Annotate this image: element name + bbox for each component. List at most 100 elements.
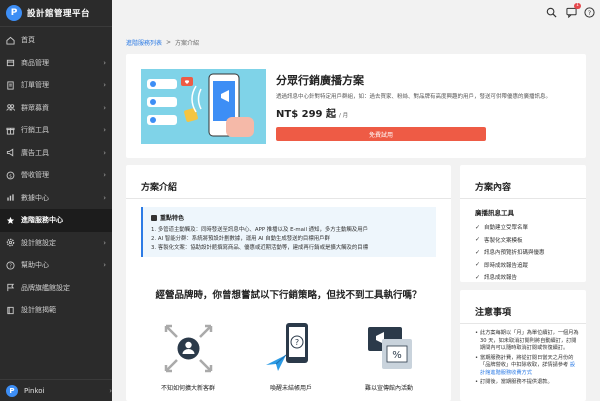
sidebar-item-label: 行銷工具 [21, 126, 49, 135]
chevron-right-icon: › [103, 261, 106, 270]
note-item: 訂閱後，當期服務不提供退款。 [475, 379, 579, 387]
scenario-wake-users: ? 喚醒未結帳用戶 [256, 321, 326, 401]
intro-heading: 方案介紹 [141, 183, 178, 193]
feature-title: 重點特色 [151, 213, 428, 222]
search-icon[interactable] [545, 6, 557, 18]
sidebar-item[interactable]: 行銷工具 › [0, 119, 112, 142]
sidebar-item-label: 商品管理 [21, 58, 49, 67]
chevron-right-icon: › [103, 103, 106, 112]
sidebar-item-label: 首頁 [21, 36, 35, 45]
feature-line: 1. 多管道主動觸及：同時發送至訊息中心、APP 推播以及 E-mail 通知，… [151, 227, 368, 233]
chevron-right-icon: › [103, 126, 106, 135]
sidebar-item[interactable]: $ 營收管理 › [0, 164, 112, 187]
scenario-label: 不知如何擴大新客群 [160, 385, 215, 392]
feature-title-text: 重點特色 [160, 215, 185, 222]
plan-hero-card: 分眾行銷廣播方案 透過訊息中心針對特定用戶群組，如：過去買家、粉絲、對品牌有高度… [126, 54, 586, 158]
user-menu[interactable]: P Pinkoi › [0, 379, 112, 401]
breadcrumb-parent-link[interactable]: 進階服務列表 [126, 38, 162, 47]
check-icon: ✓ [475, 248, 481, 256]
notes-heading: 注意事項 [475, 308, 512, 318]
divider [460, 198, 586, 199]
sidebar-item[interactable]: 廣告工具 › [0, 142, 112, 165]
sidebar-item[interactable]: 品牌旗艦館設定 [0, 277, 112, 300]
chevron-right-icon: › [103, 148, 106, 157]
star-icon [6, 216, 15, 225]
contents-list: ✓ 自動建立受眾名單 ✓ 客製化文案模板 ✓ 訊息內預覽折扣碼與優惠 ✓ 即時成效報告追… [475, 221, 545, 284]
price-amount: NT$ 299 起 [276, 109, 336, 120]
divider [460, 323, 586, 324]
breadcrumb: 進階服務列表 > 方案介紹 [126, 38, 199, 47]
sidebar-item-label: 設計館揭範 [21, 306, 56, 315]
help-icon[interactable]: ? [583, 6, 595, 18]
sidebar-item-label: 數據中心 [21, 193, 49, 202]
note-item: 當期服務計費，將從訂閱日當天之月份的「品牌營收」中扣除收取，詳情請參考 設計館進… [475, 355, 579, 378]
list-item: ✓ 即時成效報告追蹤 [475, 259, 545, 272]
svg-text:?: ? [587, 8, 590, 16]
brand-logo: P [6, 5, 22, 21]
megaphone-icon [6, 148, 15, 157]
sidebar-item-label: 進階服務中心 [21, 216, 63, 225]
chart-icon [6, 193, 15, 202]
topbar: 1 ? [112, 0, 600, 27]
sidebar-item[interactable]: 商品管理 › [0, 52, 112, 75]
gift-icon [6, 126, 15, 135]
scenario-label: 喚醒未結帳用戶 [269, 385, 312, 392]
promo-screen-icon: % [362, 321, 417, 376]
chevron-right-icon: › [109, 386, 112, 395]
flag-icon [6, 283, 15, 292]
feature-line: 2. AI 智能分群：系統將預設計劃數據，運用 AI 自動生成發送的目標用戶群 [151, 236, 330, 242]
note-item: 此方案每期以「月」為單位續訂，一個月為 30 天，如未取消訂閱則將自動續訂，訂閱… [475, 330, 579, 353]
chevron-right-icon: › [103, 193, 106, 202]
box-icon [6, 58, 15, 67]
sidebar-item[interactable]: 進階服務中心 [0, 209, 112, 232]
message-icon[interactable]: 1 [565, 3, 581, 18]
brand[interactable]: P 設計館管理平台 [0, 0, 112, 27]
list-item-text: 自動建立受眾名單 [484, 225, 529, 232]
plan-description: 透過訊息中心針對特定用戶群組，如：過去買家、粉絲、對品牌有高度興趣的用戶，發送可… [276, 94, 552, 100]
sidebar-item[interactable]: 首頁 [0, 29, 112, 52]
gear-icon [6, 238, 15, 247]
scenario-expand-users: 不知如何擴大新客群 [153, 321, 223, 401]
list-item-text: 訊息成效報告 [484, 275, 518, 282]
check-icon: ✓ [475, 261, 481, 269]
scenario-promote-events: % 難以宣傳館內活動 [354, 321, 424, 401]
list-item: ✓ 訊息成效報告 [475, 271, 545, 284]
broadcast-illustration [141, 69, 266, 144]
sidebar-item[interactable]: 群眾募資 › [0, 97, 112, 120]
price-unit: / 月 [339, 113, 349, 119]
plan-price: NT$ 299 起 / 月 [276, 105, 348, 120]
contents-subheading: 廣播訊息工具 [475, 209, 514, 217]
svg-text:$: $ [9, 173, 12, 179]
feature-line: 3. 客製化文案：協助設計館撰寫商品、優惠或近期活動等，建成再行銷或是擴大觸及的… [151, 245, 369, 251]
notes-card: 注意事項 此方案每期以「月」為單位續訂，一個月為 30 天，如未取消訂閱則將自動… [460, 290, 586, 401]
sidebar-nav: 首頁 商品管理 › 訂單管理 › 群眾募資 › 行銷工具 › 廣告工具 › $ 營收管理 › 數據中心 › 進階… [0, 27, 112, 322]
check-icon: ✓ [475, 236, 481, 244]
notes-list: 此方案每期以「月」為單位續訂，一個月為 30 天，如未取消訂閱則將自動續訂，訂閱… [475, 330, 579, 389]
list-item-text: 客製化文案模板 [484, 237, 523, 244]
sidebar-item[interactable]: 設計館揭範 [0, 299, 112, 322]
list-item-text: 訊息內預覽折扣碼與優惠 [484, 250, 545, 257]
coin-icon: $ [6, 171, 15, 180]
plan-title: 分眾行銷廣播方案 [276, 74, 364, 87]
sidebar-item[interactable]: 數據中心 › [0, 187, 112, 210]
sidebar-item[interactable]: 訂單管理 › [0, 74, 112, 97]
sidebar: P 設計館管理平台 首頁 商品管理 › 訂單管理 › 群眾募資 › 行銷工具 › 廣告工具 › $ 營收… [0, 0, 112, 401]
sidebar-item[interactable]: 設計館設定 › [0, 232, 112, 255]
chevron-right-icon: › [103, 81, 106, 90]
breadcrumb-separator: > [166, 39, 172, 46]
sidebar-item[interactable]: ? 幫助中心 › [0, 254, 112, 277]
home-icon [6, 36, 15, 45]
avatar: P [6, 384, 18, 397]
list-icon [6, 81, 15, 90]
app-title: 設計館管理平台 [27, 9, 91, 19]
bookmark-icon [151, 214, 157, 221]
contents-heading: 方案內容 [475, 183, 512, 193]
sidebar-item-label: 訂單管理 [21, 81, 49, 90]
scenario-label: 難以宣傳館內活動 [364, 385, 413, 392]
book-icon [6, 306, 15, 315]
feature-box: 重點特色 1. 多管道主動觸及：同時發送至訊息中心、APP 推播以及 E-mai… [141, 207, 436, 257]
free-trial-button[interactable]: 免費試用 [276, 127, 486, 141]
chevron-right-icon: › [103, 171, 106, 180]
plan-intro-card: 方案介紹 重點特色 1. 多管道主動觸及：同時發送至訊息中心、APP 推播以及 … [126, 165, 451, 401]
expand-users-icon [161, 321, 216, 376]
